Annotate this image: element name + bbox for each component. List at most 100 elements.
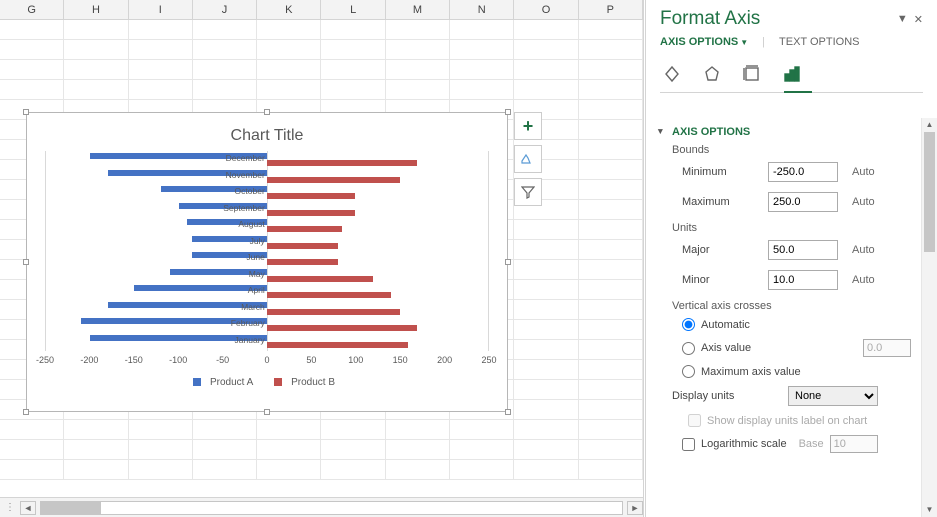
display-units-select[interactable]: None <box>788 386 878 406</box>
size-properties-icon[interactable] <box>740 62 764 86</box>
category-label: April <box>248 285 265 295</box>
horizontal-scrollbar[interactable]: ⋮ ◄ ► <box>0 497 643 517</box>
log-scale-label[interactable]: Logarithmic scale <box>701 438 787 450</box>
format-axis-pane: Format Axis ▼ ✕ AXIS OPTIONS▼ | TEXT OPT… <box>645 0 937 517</box>
chart-object[interactable]: Chart Title DecemberNovemberOctoberSepte… <box>26 112 508 412</box>
show-units-label-checkbox <box>688 414 701 427</box>
fill-line-icon[interactable] <box>660 62 684 86</box>
bar-product-b[interactable] <box>267 193 355 199</box>
resize-handle[interactable] <box>23 259 29 265</box>
chart-elements-button[interactable]: + <box>514 112 542 140</box>
resize-handle[interactable] <box>23 409 29 415</box>
resize-handle[interactable] <box>264 409 270 415</box>
col-header[interactable]: I <box>129 0 193 19</box>
x-tick: -50 <box>216 355 229 365</box>
display-units-label: Display units <box>672 390 780 402</box>
col-header[interactable]: L <box>321 0 385 19</box>
legend[interactable]: Product A Product B <box>27 377 507 388</box>
pane-body: AXIS OPTIONS Bounds Minimum Auto Maximum… <box>646 118 921 517</box>
pane-scroll-thumb[interactable] <box>924 132 935 252</box>
scroll-track[interactable] <box>40 501 623 515</box>
effects-icon[interactable] <box>700 62 724 86</box>
col-header[interactable]: M <box>386 0 450 19</box>
minor-auto[interactable]: Auto <box>852 274 875 286</box>
col-header[interactable]: K <box>257 0 321 19</box>
maximum-input[interactable] <box>768 192 838 212</box>
bar-product-b[interactable] <box>267 226 342 232</box>
scroll-left-arrow[interactable]: ◄ <box>20 501 36 515</box>
bar-product-b[interactable] <box>267 276 373 282</box>
radio-axis-value[interactable] <box>682 342 695 355</box>
minimum-input[interactable] <box>768 162 838 182</box>
resize-handle[interactable] <box>505 409 511 415</box>
col-header[interactable]: H <box>64 0 128 19</box>
category-label: July <box>250 236 265 246</box>
bar-product-b[interactable] <box>267 325 417 331</box>
bar-product-b[interactable] <box>267 177 400 183</box>
scroll-down-arrow[interactable]: ▼ <box>922 503 937 517</box>
bar-product-b[interactable] <box>267 243 338 249</box>
x-axis[interactable]: -250-200-150-100-50050100150200250 <box>45 355 489 369</box>
legend-label-a: Product A <box>210 377 253 388</box>
axis-value-input <box>863 339 911 357</box>
major-input[interactable] <box>768 240 838 260</box>
x-tick: -100 <box>169 355 187 365</box>
chart-side-buttons: + <box>514 112 542 211</box>
col-header[interactable]: O <box>514 0 578 19</box>
minimum-label: Minimum <box>682 166 758 178</box>
radio-axis-value-label[interactable]: Axis value <box>701 342 751 354</box>
col-header[interactable]: P <box>579 0 643 19</box>
tab-separator: | <box>762 36 765 52</box>
major-label: Major <box>682 244 758 256</box>
spreadsheet-area: G H I J K L M N O P Chart Title December… <box>0 0 644 517</box>
resize-handle[interactable] <box>505 259 511 265</box>
resize-handle[interactable] <box>264 109 270 115</box>
category-label: January <box>235 335 265 345</box>
axis-options-icon[interactable] <box>780 62 804 86</box>
scroll-right-arrow[interactable]: ► <box>627 501 643 515</box>
col-header[interactable]: N <box>450 0 514 19</box>
col-header[interactable]: G <box>0 0 64 19</box>
minor-input[interactable] <box>768 270 838 290</box>
sheet-grip[interactable]: ⋮ <box>0 502 20 513</box>
x-tick: 100 <box>348 355 363 365</box>
maximum-auto[interactable]: Auto <box>852 196 875 208</box>
radio-max-axis-value-label[interactable]: Maximum axis value <box>701 366 801 378</box>
bar-product-b[interactable] <box>267 160 417 166</box>
col-header[interactable]: J <box>193 0 257 19</box>
scroll-thumb[interactable] <box>41 502 101 514</box>
close-icon[interactable]: ✕ <box>914 13 923 26</box>
x-tick: -200 <box>80 355 98 365</box>
category-label: June <box>246 252 264 262</box>
chart-styles-button[interactable] <box>514 145 542 173</box>
legend-swatch-a <box>193 378 201 386</box>
pane-menu-icon[interactable]: ▼ <box>897 13 908 26</box>
resize-handle[interactable] <box>505 109 511 115</box>
radio-max-axis-value[interactable] <box>682 365 695 378</box>
maximum-label: Maximum <box>682 196 758 208</box>
chart-title[interactable]: Chart Title <box>27 113 507 151</box>
plot-area[interactable]: DecemberNovemberOctoberSeptemberAugustJu… <box>45 151 489 351</box>
category-label: February <box>231 318 265 328</box>
radio-automatic-label[interactable]: Automatic <box>701 319 750 331</box>
base-label: Base <box>799 438 824 450</box>
minimum-auto[interactable]: Auto <box>852 166 875 178</box>
legend-label-b: Product B <box>291 377 335 388</box>
log-scale-checkbox[interactable] <box>682 438 695 451</box>
bar-product-b[interactable] <box>267 259 338 265</box>
bar-product-b[interactable] <box>267 309 400 315</box>
tab-text-options[interactable]: TEXT OPTIONS <box>779 36 859 52</box>
pane-vertical-scrollbar[interactable]: ▲ ▼ <box>921 118 937 517</box>
radio-automatic[interactable] <box>682 318 695 331</box>
legend-swatch-b <box>274 378 282 386</box>
scroll-up-arrow[interactable]: ▲ <box>922 118 937 132</box>
bar-product-b[interactable] <box>267 342 408 348</box>
base-input <box>830 435 878 453</box>
bar-product-b[interactable] <box>267 210 355 216</box>
bar-product-b[interactable] <box>267 292 391 298</box>
section-axis-options[interactable]: AXIS OPTIONS <box>672 126 911 138</box>
tab-axis-options[interactable]: AXIS OPTIONS▼ <box>660 36 748 52</box>
chart-filter-button[interactable] <box>514 178 542 206</box>
resize-handle[interactable] <box>23 109 29 115</box>
major-auto[interactable]: Auto <box>852 244 875 256</box>
